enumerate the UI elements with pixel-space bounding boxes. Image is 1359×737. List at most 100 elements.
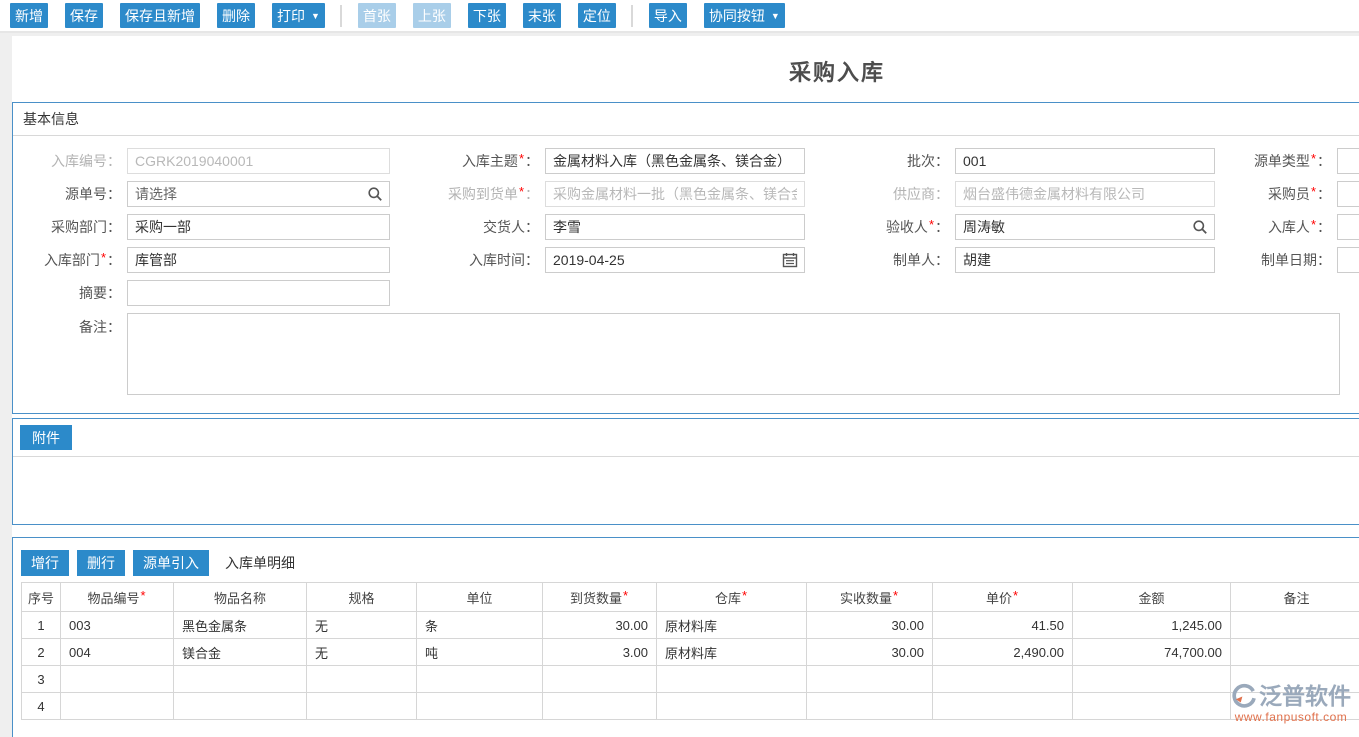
cell-spec[interactable]: 无 xyxy=(307,612,417,639)
cell-unit-price[interactable] xyxy=(933,693,1073,720)
cell-item-code[interactable] xyxy=(61,693,174,720)
summary-label: 摘要： xyxy=(13,283,127,303)
cell-unit[interactable] xyxy=(417,666,543,693)
delete-button-label: 删除 xyxy=(222,6,250,26)
locate-button[interactable]: 定位 xyxy=(578,3,616,28)
cell-remark[interactable] xyxy=(1231,639,1359,666)
cell-warehouse[interactable] xyxy=(657,693,807,720)
cell-remark[interactable] xyxy=(1231,693,1359,720)
inspector-field[interactable] xyxy=(955,214,1215,240)
first-button[interactable]: 首张 xyxy=(358,3,396,28)
next-button[interactable]: 下张 xyxy=(468,3,506,28)
batch-field[interactable] xyxy=(955,148,1215,174)
col-header-item-code: 物品编号* xyxy=(61,583,174,612)
remarks-field-wrap xyxy=(127,313,1359,395)
print-button[interactable]: 打印▼ xyxy=(272,3,325,28)
supplier-field xyxy=(955,181,1215,207)
cell-item-code[interactable]: 004 xyxy=(61,639,174,666)
cell-arrival-qty[interactable] xyxy=(543,666,657,693)
cell-spec[interactable]: 无 xyxy=(307,639,417,666)
col-header-unit-price: 单价* xyxy=(933,583,1073,612)
col-header-spec: 规格 xyxy=(307,583,417,612)
cell-item-name[interactable] xyxy=(174,666,307,693)
delete-button[interactable]: 删除 xyxy=(217,3,255,28)
entry-no-field-wrap xyxy=(127,148,390,174)
import-button[interactable]: 导入 xyxy=(649,3,687,28)
cell-item-code[interactable]: 003 xyxy=(61,612,174,639)
cell-received-qty[interactable] xyxy=(807,693,933,720)
cell-amount[interactable]: 1,245.00 xyxy=(1073,612,1231,639)
required-mark: * xyxy=(519,151,524,166)
cell-remark[interactable] xyxy=(1231,612,1359,639)
cell-unit[interactable]: 条 xyxy=(417,612,543,639)
cell-item-name[interactable] xyxy=(174,693,307,720)
cell-warehouse[interactable]: 原材料库 xyxy=(657,639,807,666)
prev-button[interactable]: 上张 xyxy=(413,3,451,28)
last-button[interactable]: 末张 xyxy=(523,3,561,28)
cell-item-name[interactable]: 镁合金 xyxy=(174,639,307,666)
summary-field[interactable] xyxy=(127,280,390,306)
cell-item-code[interactable] xyxy=(61,666,174,693)
col-header-remark: 备注 xyxy=(1231,583,1359,612)
doc-date-field[interactable] xyxy=(1337,247,1359,273)
new-button[interactable]: 新增 xyxy=(10,3,48,28)
cell-unit-price[interactable] xyxy=(933,666,1073,693)
purchaser-field[interactable] xyxy=(1337,181,1359,207)
cell-received-qty[interactable] xyxy=(807,666,933,693)
cell-arrival-qty[interactable]: 30.00 xyxy=(543,612,657,639)
col-header-seq: 序号 xyxy=(22,583,61,612)
attachment-button[interactable]: 附件 xyxy=(20,425,72,450)
entry-time-field[interactable] xyxy=(545,247,805,273)
cell-unit[interactable] xyxy=(417,693,543,720)
doc-date-field-wrap xyxy=(1337,247,1359,273)
cell-unit-price[interactable]: 2,490.00 xyxy=(933,639,1073,666)
cell-arrival-qty[interactable] xyxy=(543,693,657,720)
cell-amount[interactable] xyxy=(1073,666,1231,693)
purchase-dept-field[interactable] xyxy=(127,214,390,240)
cell-unit[interactable]: 吨 xyxy=(417,639,543,666)
entry-time-label: 入库时间： xyxy=(390,250,545,270)
cell-arrival-qty[interactable]: 3.00 xyxy=(543,639,657,666)
purchase-arrival-order-label: 采购到货单*： xyxy=(390,184,545,204)
cell-remark[interactable] xyxy=(1231,666,1359,693)
required-mark: * xyxy=(1013,588,1018,603)
delete-row-button[interactable]: 删行 xyxy=(77,550,125,576)
search-icon[interactable] xyxy=(367,186,383,202)
import-from-source-button[interactable]: 源单引入 xyxy=(133,550,209,576)
save-button[interactable]: 保存 xyxy=(65,3,103,28)
required-mark: * xyxy=(1311,151,1316,166)
warehouse-operator-field[interactable] xyxy=(1337,214,1359,240)
col-header-amount: 金额 xyxy=(1073,583,1231,612)
collaborate-button[interactable]: 协同按钮▼ xyxy=(704,3,785,28)
add-row-button[interactable]: 增行 xyxy=(21,550,69,576)
batch-label: 批次： xyxy=(805,151,955,171)
source-type-field[interactable] xyxy=(1337,148,1359,174)
prev-button-label: 上张 xyxy=(418,6,446,26)
cell-spec[interactable] xyxy=(307,666,417,693)
search-icon[interactable] xyxy=(1192,219,1208,235)
cell-amount[interactable] xyxy=(1073,693,1231,720)
batch-field-wrap xyxy=(955,148,1215,174)
calendar-icon[interactable] xyxy=(782,252,798,268)
save-and-new-button-label: 保存且新增 xyxy=(125,6,195,26)
cell-unit-price[interactable]: 41.50 xyxy=(933,612,1073,639)
cell-warehouse[interactable]: 原材料库 xyxy=(657,612,807,639)
doc-creator-field[interactable] xyxy=(955,247,1215,273)
remarks-field[interactable] xyxy=(127,313,1340,395)
cell-received-qty[interactable]: 30.00 xyxy=(807,639,933,666)
cell-received-qty[interactable]: 30.00 xyxy=(807,612,933,639)
detail-toolbar: 增行删行源单引入入库单明细 xyxy=(13,538,1359,582)
dropdown-caret-icon: ▼ xyxy=(311,11,320,21)
cell-item-name[interactable]: 黑色金属条 xyxy=(174,612,307,639)
deliverer-field[interactable] xyxy=(545,214,805,240)
save-and-new-button[interactable]: 保存且新增 xyxy=(120,3,200,28)
cell-spec[interactable] xyxy=(307,693,417,720)
entry-subject-field[interactable] xyxy=(545,148,805,174)
cell-warehouse[interactable] xyxy=(657,666,807,693)
source-no-field[interactable] xyxy=(127,181,390,207)
cell-amount[interactable]: 74,700.00 xyxy=(1073,639,1231,666)
source-type-label: 源单类型*： xyxy=(1215,151,1337,171)
purchaser-label: 采购员*： xyxy=(1215,184,1337,204)
entry-no-field xyxy=(127,148,390,174)
warehouse-dept-field[interactable] xyxy=(127,247,390,273)
